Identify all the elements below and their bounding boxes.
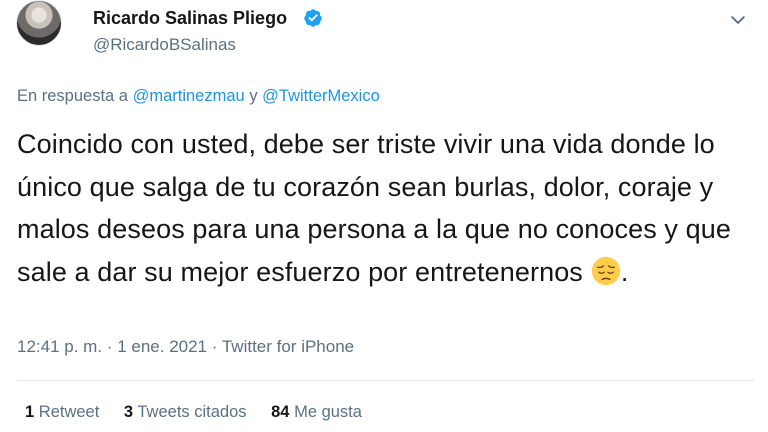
reply-context: En respuesta a @martinezmau y @TwitterMe… — [17, 87, 380, 106]
retweets-count: 1 — [25, 403, 35, 421]
retweets-stat[interactable]: 1 Retweet — [25, 403, 99, 421]
author-handle[interactable]: @RicardoBSalinas — [93, 35, 236, 55]
likes-label: Me gusta — [294, 403, 362, 421]
pensive-face-emoji-icon — [591, 256, 621, 285]
tweet-trailing-punct: . — [620, 256, 629, 287]
author-avatar[interactable] — [16, 0, 62, 46]
tweet-date[interactable]: 1 ene. 2021 — [117, 337, 207, 356]
meta-separator: · — [211, 337, 218, 356]
quotes-count: 3 — [123, 403, 134, 421]
engagement-stats: 1 Retweet 3 Tweets citados 84 Me gusta — [25, 403, 382, 422]
quote-tweets-stat[interactable]: 3 Tweets citados — [124, 403, 247, 421]
verified-badge-icon — [304, 9, 322, 27]
reply-connector: y — [249, 87, 258, 105]
quotes-label: Tweets citados — [137, 403, 247, 421]
meta-separator: · — [106, 337, 113, 356]
divider — [17, 380, 755, 381]
tweet-time[interactable]: 12:41 p. m. — [17, 337, 102, 356]
chevron-down-icon[interactable] — [728, 10, 748, 30]
tweet-metadata: 12:41 p. m. · 1 ene. 2021 · Twitter for … — [17, 337, 354, 357]
mention-link-martinezmau[interactable]: @martinezmau — [133, 87, 245, 105]
likes-stat[interactable]: 84 Me gusta — [271, 403, 362, 421]
reply-prefix: En respuesta a — [17, 87, 128, 105]
tweet-body: Coincido con usted, debe ser triste vivi… — [17, 123, 752, 293]
retweets-label: Retweet — [38, 403, 100, 421]
tweet-source[interactable]: Twitter for iPhone — [222, 337, 354, 356]
mention-link-twittermexico[interactable]: @TwitterMexico — [262, 87, 380, 105]
author-display-name[interactable]: Ricardo Salinas Pliego — [93, 8, 287, 29]
likes-count: 84 — [271, 403, 290, 421]
